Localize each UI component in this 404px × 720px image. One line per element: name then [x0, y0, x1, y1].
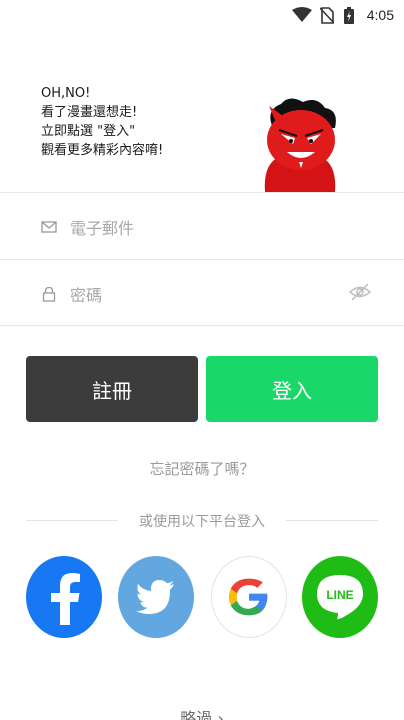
twitter-bird-icon	[136, 580, 174, 614]
lock-icon	[42, 286, 56, 302]
hero-message: OH,NO! 看了漫畫還想走! 立即點選 "登入" 觀看更多精彩內容唷!	[41, 84, 163, 160]
status-bar: 4:05	[0, 0, 404, 32]
google-icon	[228, 578, 268, 616]
line-icon: LINE	[317, 575, 363, 620]
battery-icon	[344, 7, 354, 24]
envelope-icon	[41, 221, 57, 233]
facebook-icon	[51, 573, 80, 625]
status-time: 4:05	[366, 7, 394, 23]
hero-line: 立即點選 "登入"	[41, 124, 136, 139]
email-placeholder: 電子郵件	[70, 219, 135, 238]
no-sim-icon	[320, 7, 334, 24]
twitter-login-button[interactable]	[118, 556, 194, 638]
email-field[interactable]: 電子郵件	[0, 193, 404, 259]
google-login-button[interactable]	[211, 556, 287, 638]
forgot-password-link[interactable]: 忘記密碼了嗎？	[0, 458, 404, 479]
hero-banner: OH,NO! 看了漫畫還想走! 立即點選 "登入" 觀看更多精彩內容唷!	[0, 32, 404, 192]
wifi-icon	[292, 7, 312, 22]
eye-off-icon[interactable]	[348, 280, 372, 304]
hero-line: 看了漫畫還想走!	[41, 105, 138, 120]
divider	[0, 325, 404, 326]
facebook-login-button[interactable]	[26, 556, 102, 638]
social-login-separator: 或使用以下平台登入	[26, 510, 378, 530]
hero-line: 觀看更多精彩內容唷!	[41, 143, 164, 158]
line-logo-text: LINE	[326, 588, 353, 602]
login-button[interactable]: 登入	[206, 356, 378, 422]
hero-line: OH,NO!	[41, 86, 91, 101]
register-button[interactable]: 註冊	[26, 356, 198, 422]
separator-line	[286, 520, 378, 521]
skip-link[interactable]: 略過 ›	[0, 705, 404, 720]
password-placeholder: 密碼	[70, 286, 103, 305]
line-login-button[interactable]: LINE	[302, 556, 378, 638]
devil-mascot-illustration	[264, 98, 336, 192]
social-login-prompt: 或使用以下平台登入	[139, 514, 265, 530]
password-field[interactable]: 密碼	[0, 260, 404, 326]
